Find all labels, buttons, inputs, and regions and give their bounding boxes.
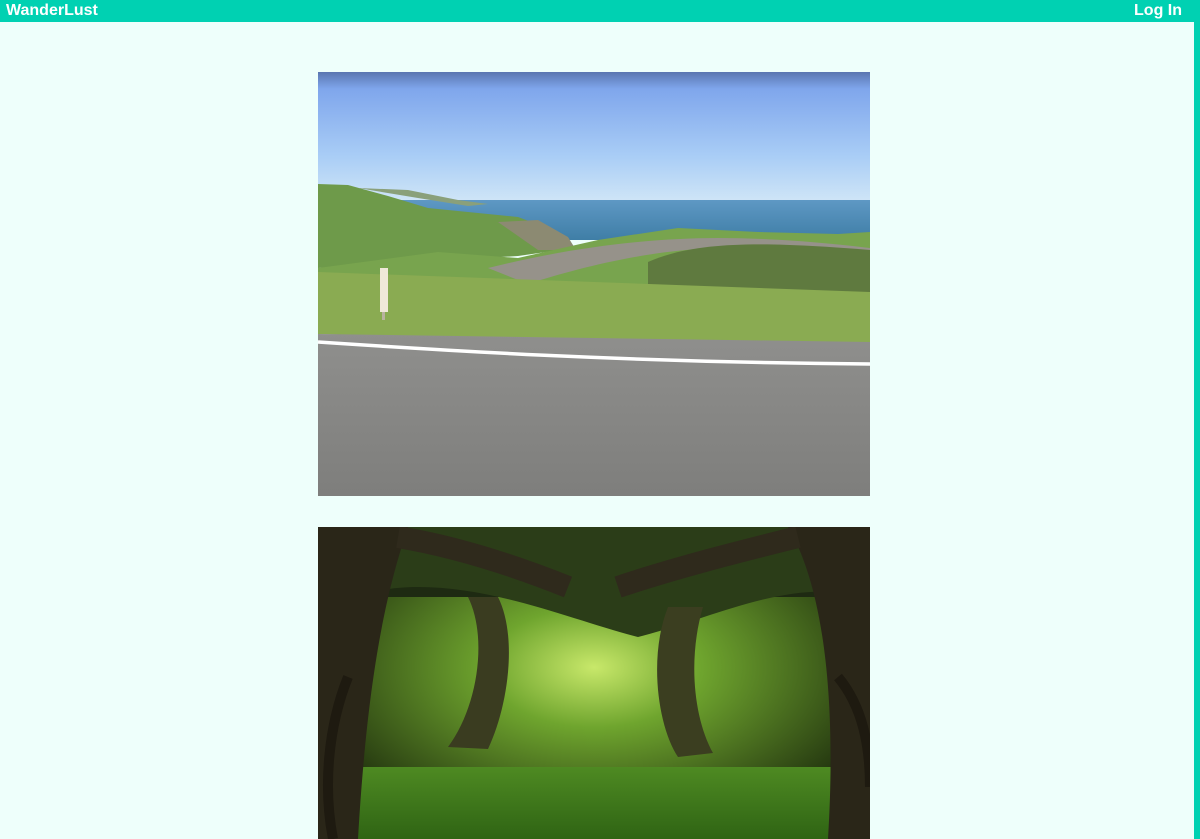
forest-arch-photo[interactable] (318, 527, 870, 839)
brand-logo-link[interactable]: WanderLust (6, 1, 98, 21)
coastal-road-image (318, 72, 870, 496)
forest-arch-image (318, 527, 870, 839)
page-scroll-edge (1194, 22, 1200, 839)
coastal-road-photo[interactable] (318, 72, 870, 496)
login-link[interactable]: Log In (1134, 1, 1182, 21)
navbar: WanderLust Log In (0, 0, 1200, 22)
